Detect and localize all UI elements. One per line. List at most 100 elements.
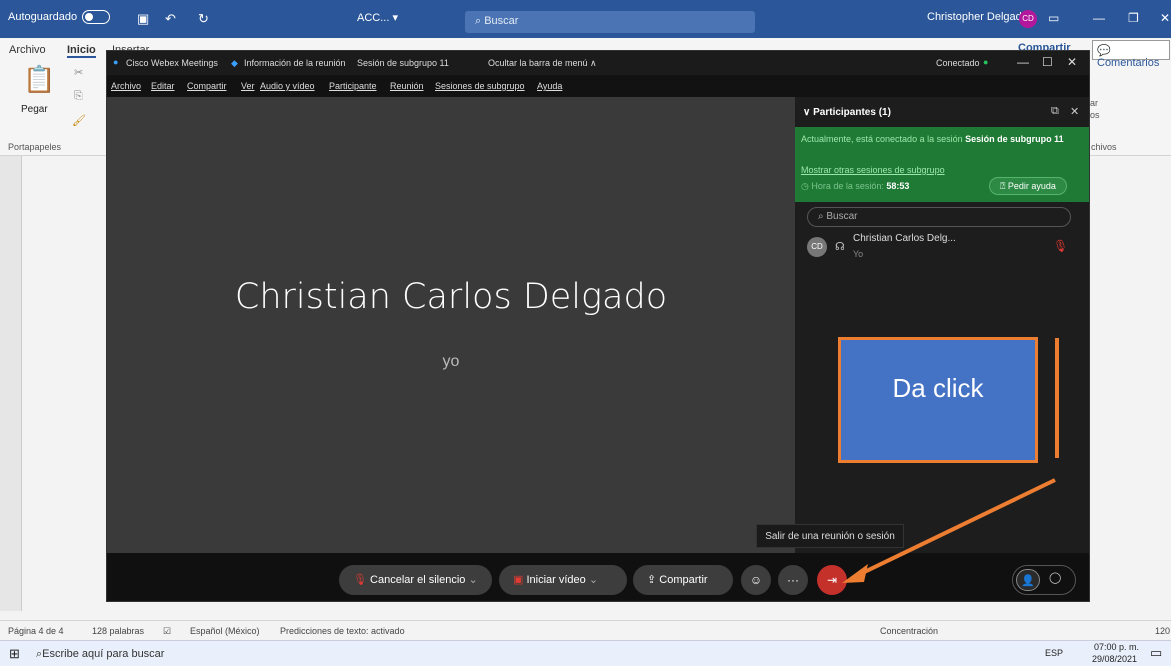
webex-maximize-icon[interactable]: ☐ (1042, 55, 1053, 69)
webex-logo-icon: ● (113, 57, 119, 67)
connected-dot-icon: ● (983, 57, 989, 67)
copy-icon[interactable]: ⎘ (74, 90, 83, 103)
reactions-icon[interactable]: ☺ (741, 565, 771, 595)
close-icon[interactable]: ✕ (1160, 11, 1170, 25)
tab-inicio[interactable]: Inicio (67, 44, 96, 58)
show-other-sessions-link[interactable]: Mostrar otras sesiones de subgrupo (801, 165, 945, 175)
active-participant-name: Christian Carlos Delgado (234, 277, 668, 317)
participant-search-input[interactable]: ⌕ Buscar (807, 207, 1071, 227)
session-time-label-text: Hora de la sesión: (811, 181, 884, 191)
paste-label[interactable]: Pegar (21, 104, 48, 115)
participants-title: ∨ Participantes (1) (803, 107, 891, 118)
text-predictions-status[interactable]: Predicciones de texto: activado (280, 626, 405, 636)
menu-audio-video[interactable]: Audio y vídeo (260, 81, 315, 91)
word-search-label: Buscar (484, 15, 519, 27)
ribbon-display-icon[interactable]: ▭ (1048, 11, 1059, 25)
format-painter-icon[interactable]: 🖌 (72, 114, 86, 127)
ribbon-partial-label-3: chivos (1091, 142, 1117, 152)
menu-ver[interactable]: Ver (241, 81, 255, 91)
session-name: Sesión de subgrupo 11 (965, 134, 1064, 144)
webex-close-icon[interactable]: ✕ (1067, 55, 1077, 69)
hide-menu-bar-link[interactable]: Ocultar la barra de menú ∧ (488, 58, 597, 69)
participant-search-placeholder: Buscar (826, 211, 858, 222)
video-off-icon: ▣ (513, 574, 524, 586)
ask-help-button[interactable]: ⍰ Pedir ayuda (989, 177, 1067, 195)
subgroup-banner: Actualmente, está conectado a la sesión … (795, 127, 1089, 202)
video-stage: Christian Carlos Delgado yo (107, 97, 795, 553)
connection-status: Conectado (936, 58, 980, 68)
input-language[interactable]: ESP (1045, 648, 1063, 658)
more-options-button[interactable]: ··· (778, 565, 808, 595)
annotation-callout: Da click (838, 337, 1038, 463)
active-participant-sub: yo (442, 353, 460, 370)
menu-archivo[interactable]: Archivo (111, 81, 141, 91)
autosave-toggle[interactable] (82, 10, 110, 24)
session-time-label: ◷ Hora de la sesión: 58:53 (801, 181, 910, 191)
windows-taskbar: ⊞ ⌕ Escribe aquí para buscar ESP 07:00 p… (0, 640, 1171, 666)
word-count[interactable]: 128 palabras (92, 626, 144, 636)
info-icon: ◆ (231, 58, 238, 68)
cut-icon[interactable]: ✂ (74, 66, 83, 79)
meeting-info-link[interactable]: Información de la reunión (244, 58, 346, 68)
menu-participante[interactable]: Participante (329, 81, 377, 91)
share-icon: ⇪ (647, 574, 657, 586)
comments-label: Comentarios (1097, 57, 1160, 69)
start-video-label: Iniciar vídeo (526, 574, 586, 586)
tab-archivo[interactable]: Archivo (9, 44, 46, 56)
webex-title-bar: ● Cisco Webex Meetings ◆ Información de … (107, 51, 1089, 75)
participant-avatar: CD (807, 237, 827, 257)
avatar[interactable]: CD (1019, 10, 1037, 28)
webex-minimize-icon[interactable]: — (1017, 55, 1029, 69)
participant-list-sub: Yo (853, 249, 864, 259)
annotation-arrow-icon (842, 478, 1056, 583)
vertical-ruler (0, 156, 22, 611)
paste-icon[interactable]: 📋 (23, 64, 55, 95)
participants-title-text: Participantes (1) (813, 107, 891, 118)
undo-icon[interactable]: ↶ (165, 11, 176, 27)
word-status-bar: Página 4 de 4 128 palabras ☑ Español (Mé… (0, 620, 1171, 640)
notifications-icon[interactable]: ▭ (1150, 645, 1162, 661)
muted-mic-icon[interactable]: 🎙 (1053, 239, 1068, 253)
panel-close-icon[interactable]: ✕ (1070, 105, 1079, 118)
user-name[interactable]: Christopher Delgado (927, 11, 1028, 23)
connected-session-text: Actualmente, está conectado a la sesión (801, 134, 963, 144)
taskbar-search[interactable]: ⌕ Escribe aquí para buscar (28, 644, 283, 664)
clock-date[interactable]: 29/08/2021 (1092, 654, 1137, 664)
menu-sesiones-subgrupo[interactable]: Sesiones de subgrupo (435, 81, 525, 91)
redo-icon[interactable]: ↻ (198, 11, 209, 27)
menu-editar[interactable]: Editar (151, 81, 175, 91)
unmute-label: Cancelar el silencio (370, 574, 466, 586)
proofing-icon[interactable]: ☑ (163, 626, 171, 637)
session-time: 58:53 (886, 181, 910, 191)
clipboard-group-label: Portapapeles (8, 142, 62, 152)
clock-time[interactable]: 07:00 p. m. (1094, 642, 1139, 652)
chevron-down-icon[interactable]: ⌄ (589, 574, 598, 586)
taskbar-search-placeholder: Escribe aquí para buscar (42, 648, 165, 660)
menu-compartir[interactable]: Compartir (187, 81, 227, 91)
word-search-box[interactable]: ⌕ Buscar (465, 11, 755, 33)
minimize-icon[interactable]: — (1093, 11, 1105, 25)
save-icon[interactable]: ▣ (137, 11, 149, 27)
menu-reunion[interactable]: Reunión (390, 81, 424, 91)
ribbon-partial-label-1: ar (1090, 98, 1099, 108)
focus-mode-button[interactable]: Concentración (880, 626, 938, 636)
start-video-button[interactable]: ▣ Iniciar vídeo ⌄ (499, 565, 627, 595)
participant-list-name[interactable]: Christian Carlos Delg... (853, 233, 956, 244)
popout-icon[interactable]: ⧉ (1051, 105, 1059, 118)
ribbon-partial-label-2: os (1090, 110, 1100, 120)
chevron-down-icon[interactable]: ⌄ (468, 574, 477, 586)
page-count[interactable]: Página 4 de 4 (8, 626, 64, 636)
restore-icon[interactable]: ❐ (1128, 11, 1139, 25)
menu-ayuda[interactable]: Ayuda (537, 81, 562, 91)
start-icon[interactable]: ⊞ (9, 646, 20, 662)
language-status[interactable]: Español (México) (190, 626, 260, 636)
doc-title[interactable]: ACC... ▾ (357, 11, 398, 24)
share-content-button[interactable]: ⇪ Compartir (633, 565, 733, 595)
ask-help-label: Pedir ayuda (1007, 181, 1056, 191)
headset-icon: ☊ (835, 241, 845, 253)
unmute-button[interactable]: 🎙 Cancelar el silencio ⌄ (339, 565, 492, 595)
zoom-level[interactable]: 120 (1155, 626, 1170, 636)
annotation-bar (1055, 338, 1059, 458)
webex-app-title: Cisco Webex Meetings (126, 58, 218, 68)
comments-button[interactable]: 💬 Comentarios (1092, 40, 1170, 69)
